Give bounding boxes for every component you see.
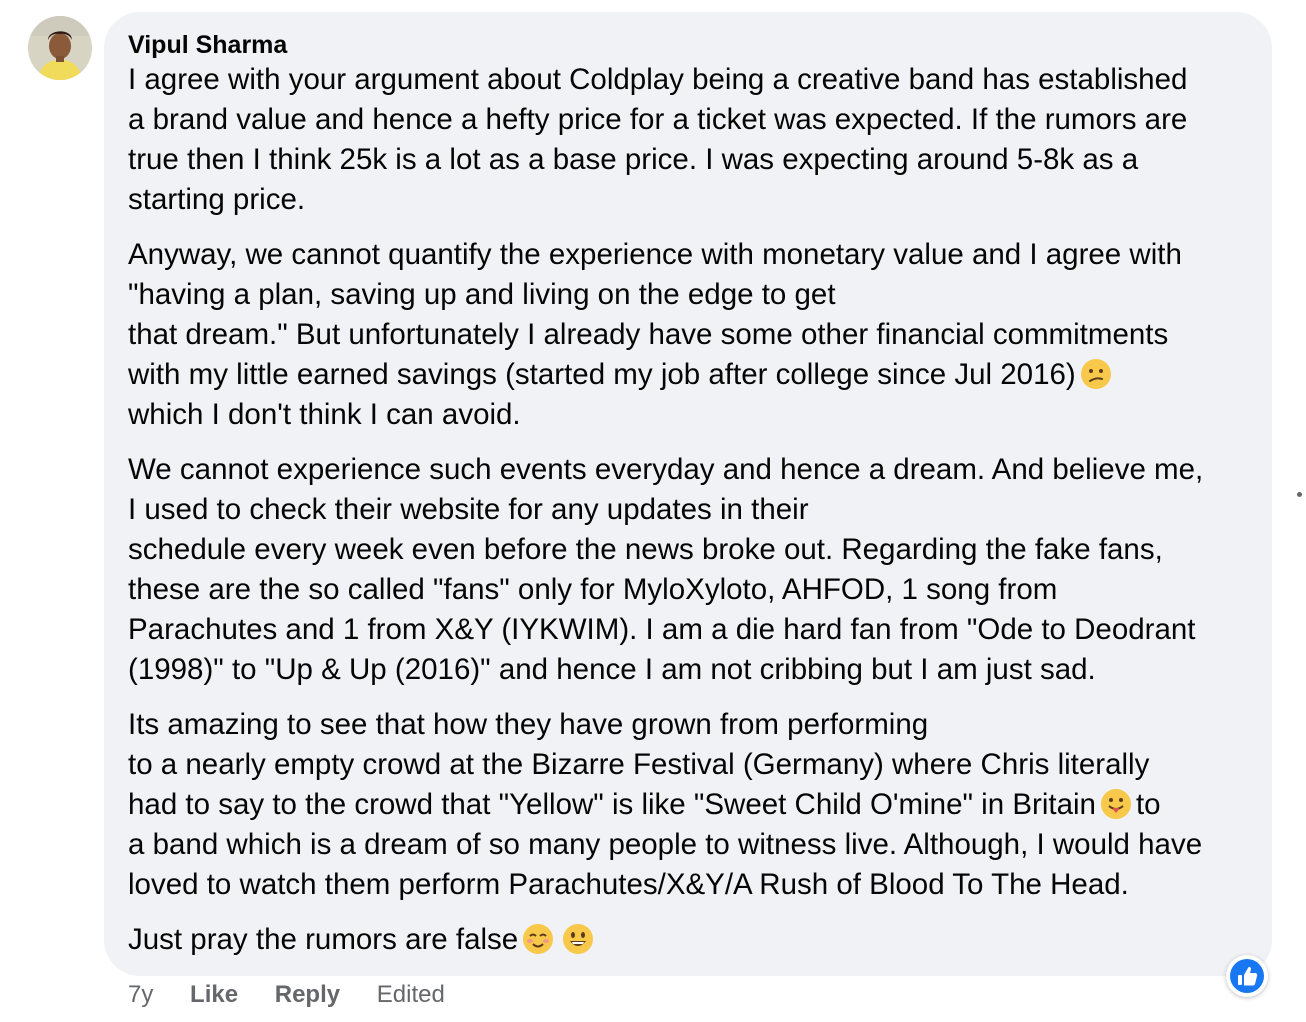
comment-line: schedule every week even before the news… xyxy=(128,533,1163,566)
comment-line: We cannot experience such events everyda… xyxy=(128,453,1204,486)
comment-bubble: Vipul Sharma I agree with your argument … xyxy=(104,12,1272,976)
comment-thread: Vipul Sharma I agree with your argument … xyxy=(0,0,1306,1022)
thumbs-up-icon xyxy=(1230,959,1264,993)
comment-line-text: Just pray the rumors are false xyxy=(128,923,519,956)
comment-paragraph-2: Anyway, we cannot quantify the experienc… xyxy=(128,235,1248,435)
user-photo-icon xyxy=(28,16,92,80)
comment-line: which I don't think I can avoid. xyxy=(128,398,521,431)
comment-actions: 7y Like Reply Edited xyxy=(128,980,475,1010)
comment-line-with-emoji: with my little earned savings (started m… xyxy=(128,355,1248,395)
comment-line: these are the so called "fans" only for … xyxy=(128,573,1058,606)
comment-line: starting price. xyxy=(128,183,306,216)
avatar[interactable] xyxy=(28,16,92,80)
comment-line: Parachutes and 1 from X&Y (IYKWIM). I am… xyxy=(128,613,1196,646)
edited-label[interactable]: Edited xyxy=(377,981,445,1008)
comment-line: loved to watch them perform Parachutes/X… xyxy=(128,868,1129,901)
reaction-badge[interactable] xyxy=(1226,955,1268,997)
comment-line-text: had to say to the crowd that "Yellow" is… xyxy=(128,788,1096,821)
confused-face-icon xyxy=(1080,359,1111,389)
comment-line: Anyway, we cannot quantify the experienc… xyxy=(128,238,1182,271)
comment-line: I used to check their website for any up… xyxy=(128,493,809,526)
comment-author[interactable]: Vipul Sharma xyxy=(128,30,1248,60)
comment-paragraph-5: Just pray the rumors are false xyxy=(128,920,1248,960)
comment-line-with-emoji: Just pray the rumors are false xyxy=(128,920,1248,960)
comment-line-text: to xyxy=(1135,788,1161,821)
comment-line: Its amazing to see that how they have gr… xyxy=(128,708,929,741)
comment-line: a band which is a dream of so many peopl… xyxy=(128,828,1203,861)
comment-line: I agree with your argument about Coldpla… xyxy=(128,63,1188,96)
comment-line: true then I think 25k is a lot as a base… xyxy=(128,143,1139,176)
comment-paragraph-3: We cannot experience such events everyda… xyxy=(128,450,1248,690)
comment-line: (1998)" to "Up & Up (2016)" and hence I … xyxy=(128,653,1096,686)
comment-line: "having a plan, saving up and living on … xyxy=(128,278,836,311)
comment-line: a brand value and hence a hefty price fo… xyxy=(128,103,1188,136)
comment-line: to a nearly empty crowd at the Bizarre F… xyxy=(128,748,1150,781)
comment-line-with-emoji: had to say to the crowd that "Yellow" is… xyxy=(128,785,1248,825)
grinning-face-icon xyxy=(563,924,594,954)
reply-button[interactable]: Reply xyxy=(275,981,340,1008)
separator-dot xyxy=(1297,492,1302,497)
comment-line: that dream." But unfortunately I already… xyxy=(128,318,1169,351)
smiling-face-icon xyxy=(523,924,554,954)
comment-paragraph-1: I agree with your argument about Coldpla… xyxy=(128,60,1248,220)
timestamp[interactable]: 7y xyxy=(128,981,153,1008)
face-with-tongue-icon xyxy=(1100,789,1131,819)
comment-paragraph-4: Its amazing to see that how they have gr… xyxy=(128,705,1248,905)
comment-line-text: with my little earned savings (started m… xyxy=(128,358,1076,391)
like-button[interactable]: Like xyxy=(190,981,238,1008)
